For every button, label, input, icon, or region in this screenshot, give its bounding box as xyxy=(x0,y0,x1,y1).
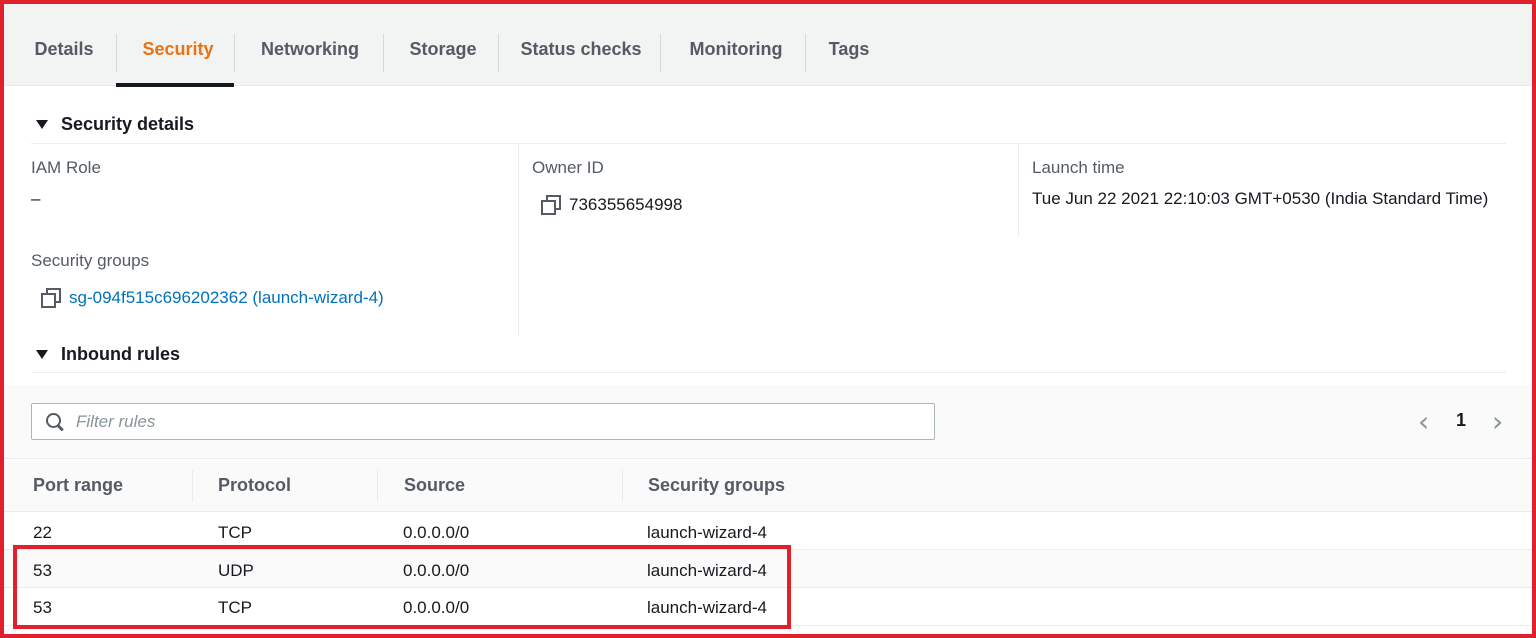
tab-divider xyxy=(660,34,661,72)
tab-networking[interactable]: Networking xyxy=(256,4,364,86)
iam-role-value: – xyxy=(31,189,41,208)
search-icon xyxy=(46,412,64,431)
copy-icon[interactable] xyxy=(41,288,61,308)
security-group-cell: launch-wizard-4 xyxy=(647,523,767,542)
tab-status-checks[interactable]: Status checks xyxy=(520,4,642,86)
protocol-cell: TCP xyxy=(218,523,252,542)
column-divider xyxy=(377,470,378,502)
caret-down-icon xyxy=(36,120,48,129)
column-header-source[interactable]: Source xyxy=(404,475,465,496)
active-tab-indicator xyxy=(116,83,234,87)
column-divider xyxy=(1018,144,1019,236)
tab-divider xyxy=(805,34,806,72)
column-header-protocol[interactable]: Protocol xyxy=(218,475,291,496)
tab-bar: Details Security Networking Storage Stat… xyxy=(4,4,1532,87)
security-group-cell: launch-wizard-4 xyxy=(647,598,767,617)
source-cell: 0.0.0.0/0 xyxy=(403,561,470,580)
chevron-right-icon[interactable]: › xyxy=(1492,408,1503,436)
inbound-rules-toggle[interactable]: Inbound rules xyxy=(36,344,180,365)
filter-rules-input[interactable] xyxy=(76,411,896,432)
source-cell: 0.0.0.0/0 xyxy=(403,523,470,542)
tab-security[interactable]: Security xyxy=(137,4,219,86)
owner-id-text: 736355654998 xyxy=(569,195,683,214)
divider xyxy=(31,372,1506,373)
launch-time-value: Tue Jun 22 2021 22:10:03 GMT+0530 (India… xyxy=(1032,189,1489,208)
column-divider xyxy=(192,470,193,502)
protocol-cell: TCP xyxy=(218,598,252,617)
tab-tags[interactable]: Tags xyxy=(826,4,872,86)
security-groups-label: Security groups xyxy=(31,251,150,270)
tab-monitoring[interactable]: Monitoring xyxy=(683,4,789,86)
security-details-toggle[interactable]: Security details xyxy=(36,114,194,135)
owner-id-value: 736355654998 xyxy=(541,195,682,215)
column-divider xyxy=(518,144,519,336)
column-header-security-groups[interactable]: Security groups xyxy=(648,475,785,496)
tab-divider xyxy=(116,34,117,72)
source-cell: 0.0.0.0/0 xyxy=(403,598,470,617)
chevron-left-icon[interactable]: ‹ xyxy=(1418,408,1429,436)
owner-id-label: Owner ID xyxy=(532,158,604,177)
inbound-rules-heading: Inbound rules xyxy=(61,344,180,364)
tab-storage[interactable]: Storage xyxy=(405,4,481,86)
column-header-port-range[interactable]: Port range xyxy=(33,475,123,496)
port-range-cell: 22 xyxy=(33,523,52,542)
page-number[interactable]: 1 xyxy=(1456,410,1466,431)
caret-down-icon xyxy=(36,350,48,359)
filter-rules-field[interactable] xyxy=(31,403,935,440)
tab-divider xyxy=(234,34,235,72)
tab-divider xyxy=(383,34,384,72)
security-group-cell: launch-wizard-4 xyxy=(647,561,767,580)
protocol-cell: UDP xyxy=(218,561,254,580)
divider xyxy=(31,143,1506,144)
security-group-link[interactable]: sg-094f515c696202362 (launch-wizard-4) xyxy=(69,288,384,307)
port-range-cell: 53 xyxy=(33,561,52,580)
column-divider xyxy=(622,470,623,502)
security-details-heading: Security details xyxy=(61,114,195,134)
port-range-cell: 53 xyxy=(33,598,52,617)
tab-divider xyxy=(498,34,499,72)
security-groups-value: sg-094f515c696202362 (launch-wizard-4) xyxy=(41,288,384,308)
iam-role-label: IAM Role xyxy=(31,158,101,177)
tab-details[interactable]: Details xyxy=(33,4,95,86)
copy-icon[interactable] xyxy=(541,195,561,215)
launch-time-label: Launch time xyxy=(1032,158,1125,177)
